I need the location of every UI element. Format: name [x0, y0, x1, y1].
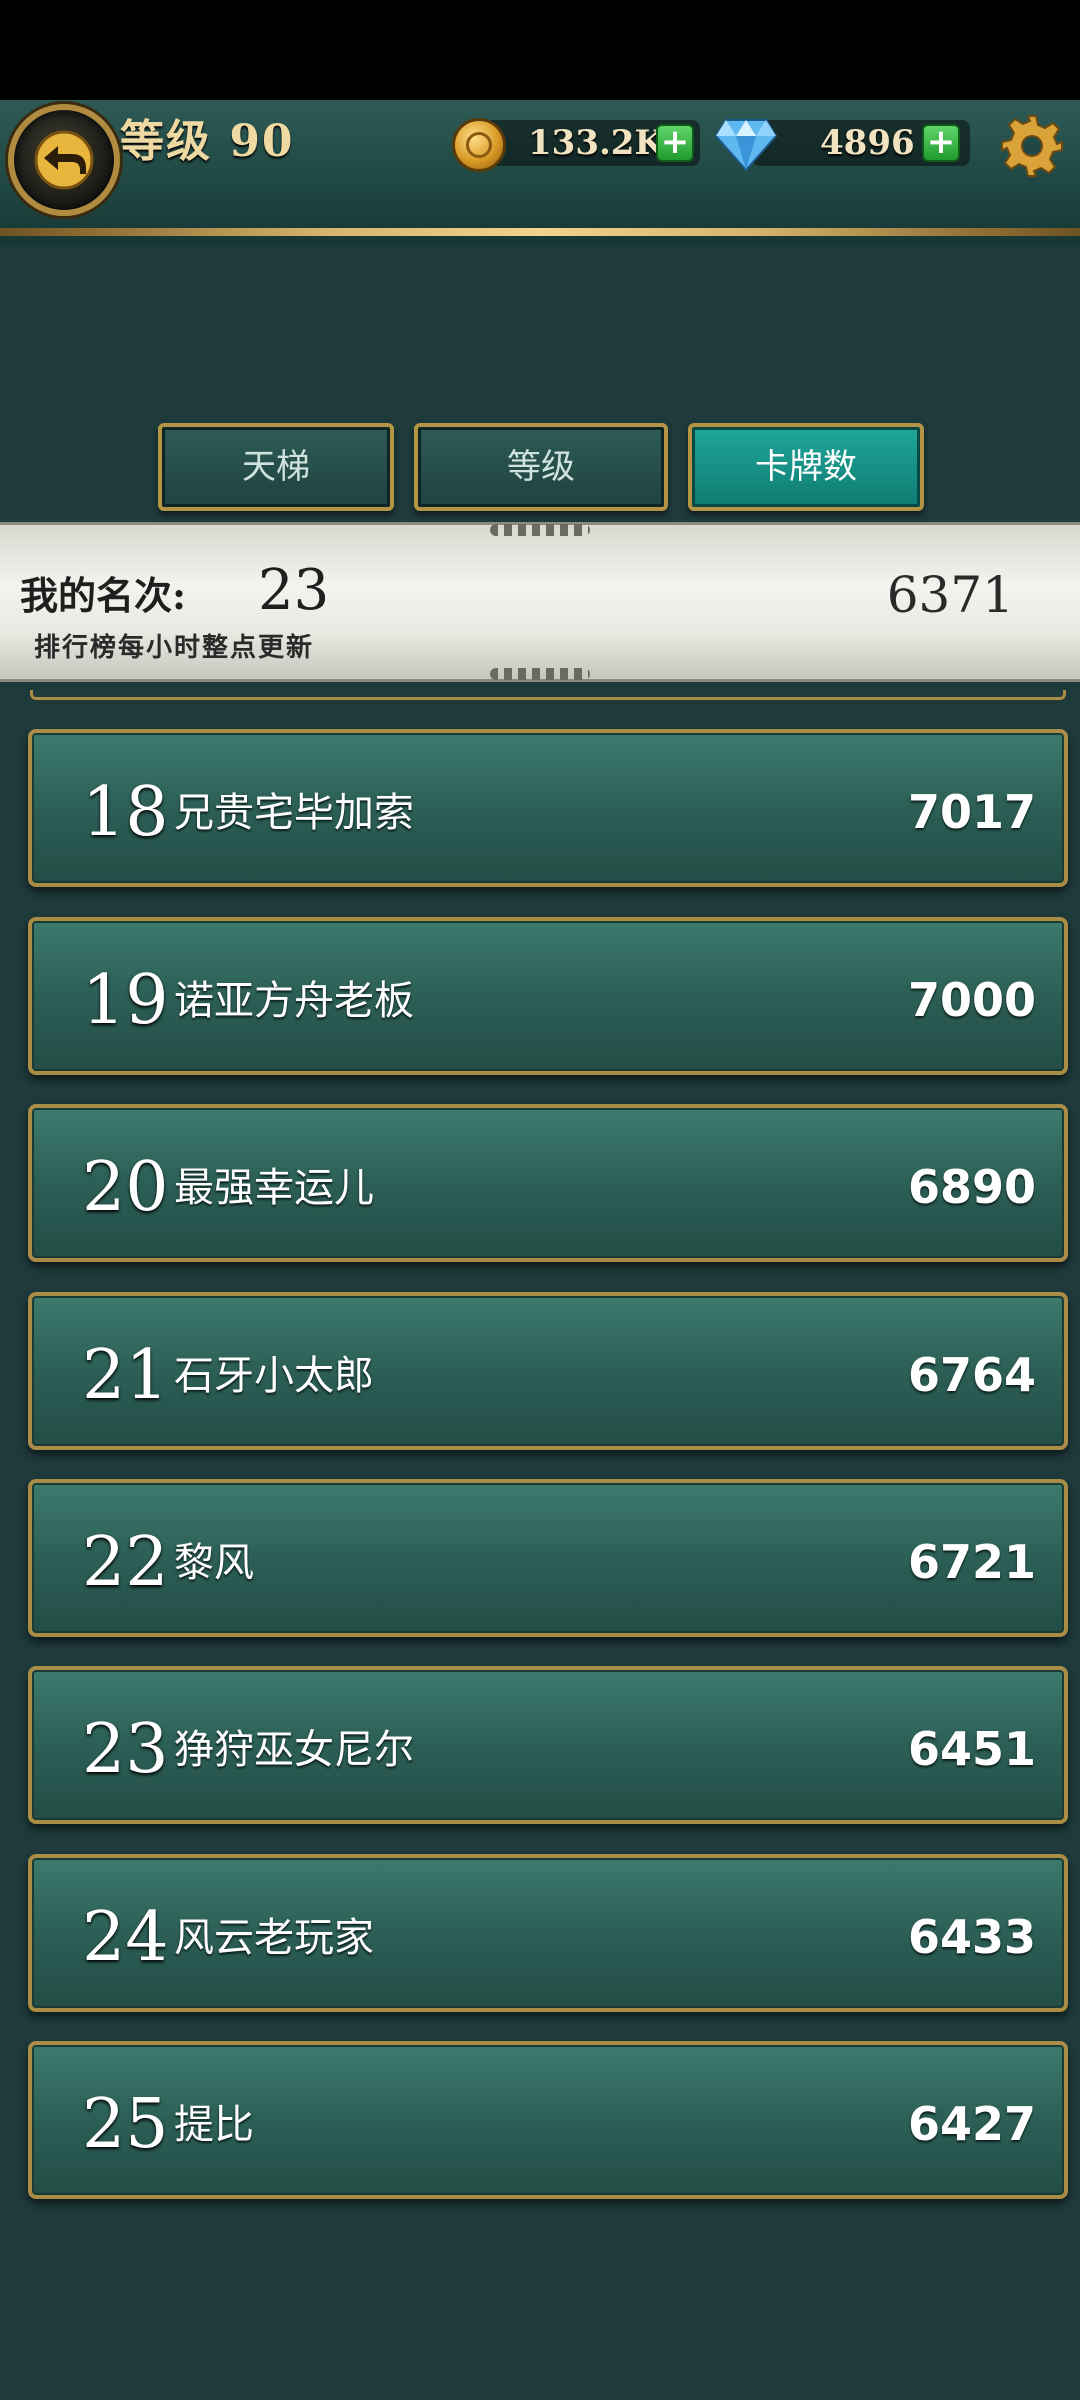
player-name: 兄贵宅毕加索 — [174, 790, 414, 836]
diamond-icon — [714, 119, 778, 172]
rank-number: 20 — [82, 1148, 169, 1227]
add-coins-button[interactable]: + — [656, 124, 694, 162]
leaderboard-row[interactable]: 21 石牙小太郎 6764 — [28, 1292, 1068, 1450]
rank-number: 18 — [82, 773, 169, 852]
leaderboard-row[interactable]: 19 诺亚方舟老板 7000 — [28, 917, 1068, 1075]
back-button[interactable] — [8, 104, 120, 216]
leaderboard-row[interactable]: 25 提比 6427 — [28, 2041, 1068, 2199]
panel-bottom-trim — [30, 690, 1066, 700]
player-name: 石牙小太郎 — [174, 1353, 374, 1399]
back-arrow-icon — [34, 130, 94, 190]
tab-ladder[interactable]: 天梯 — [158, 423, 394, 511]
coin-amount: 133.2K — [528, 123, 665, 163]
rank-number: 19 — [82, 961, 169, 1040]
leaderboard-row[interactable]: 22 黎风 6721 — [28, 1479, 1068, 1637]
player-name: 风云老玩家 — [174, 1915, 374, 1961]
card-count: 6721 — [907, 1535, 1036, 1589]
leaderboard-row[interactable]: 23 狰狩巫女尼尔 6451 — [28, 1666, 1068, 1824]
coin-icon — [452, 118, 506, 172]
tab-card-count[interactable]: 卡牌数 — [688, 423, 924, 511]
leaderboard-row[interactable]: 20 最强幸运儿 6890 — [28, 1104, 1068, 1262]
player-name: 黎风 — [174, 1540, 254, 1586]
my-rank-label: 我的名次: — [20, 573, 187, 618]
player-name: 诺亚方舟老板 — [174, 978, 414, 1024]
update-note: 排行榜每小时整点更新 — [34, 633, 315, 663]
player-name: 狰狩巫女尼尔 — [174, 1727, 414, 1773]
top-bar-gold-trim — [0, 228, 1080, 236]
card-count: 7000 — [907, 973, 1036, 1027]
player-level: 等级 90 — [120, 116, 295, 167]
add-gems-button[interactable]: + — [922, 124, 960, 162]
card-count: 6764 — [907, 1348, 1036, 1402]
leaderboard-row[interactable]: 24 风云老玩家 6433 — [28, 1854, 1068, 2012]
tab-level[interactable]: 等级 — [414, 423, 668, 511]
my-rank-number: 23 — [258, 558, 330, 623]
card-count: 6451 — [907, 1722, 1036, 1776]
my-rank-score: 6371 — [886, 566, 1014, 624]
rank-number: 21 — [82, 1336, 169, 1415]
panel-ornament-bottom — [490, 668, 590, 680]
card-count: 6433 — [907, 1910, 1036, 1964]
player-name: 最强幸运儿 — [174, 1165, 374, 1211]
panel-ornament-top — [490, 524, 590, 536]
rank-number: 24 — [82, 1898, 169, 1977]
status-bar — [0, 0, 1080, 100]
rank-number: 22 — [82, 1523, 169, 1602]
player-name: 提比 — [174, 2102, 254, 2148]
gem-amount: 4896 — [820, 123, 915, 163]
rank-number: 23 — [82, 1710, 169, 1789]
card-count: 6890 — [907, 1160, 1036, 1214]
leaderboard-row[interactable]: 18 兄贵宅毕加索 7017 — [28, 729, 1068, 887]
rank-number: 25 — [82, 2085, 169, 2164]
card-count: 6427 — [907, 2097, 1036, 2151]
gear-icon[interactable] — [1000, 114, 1064, 178]
card-count: 7017 — [907, 785, 1036, 839]
